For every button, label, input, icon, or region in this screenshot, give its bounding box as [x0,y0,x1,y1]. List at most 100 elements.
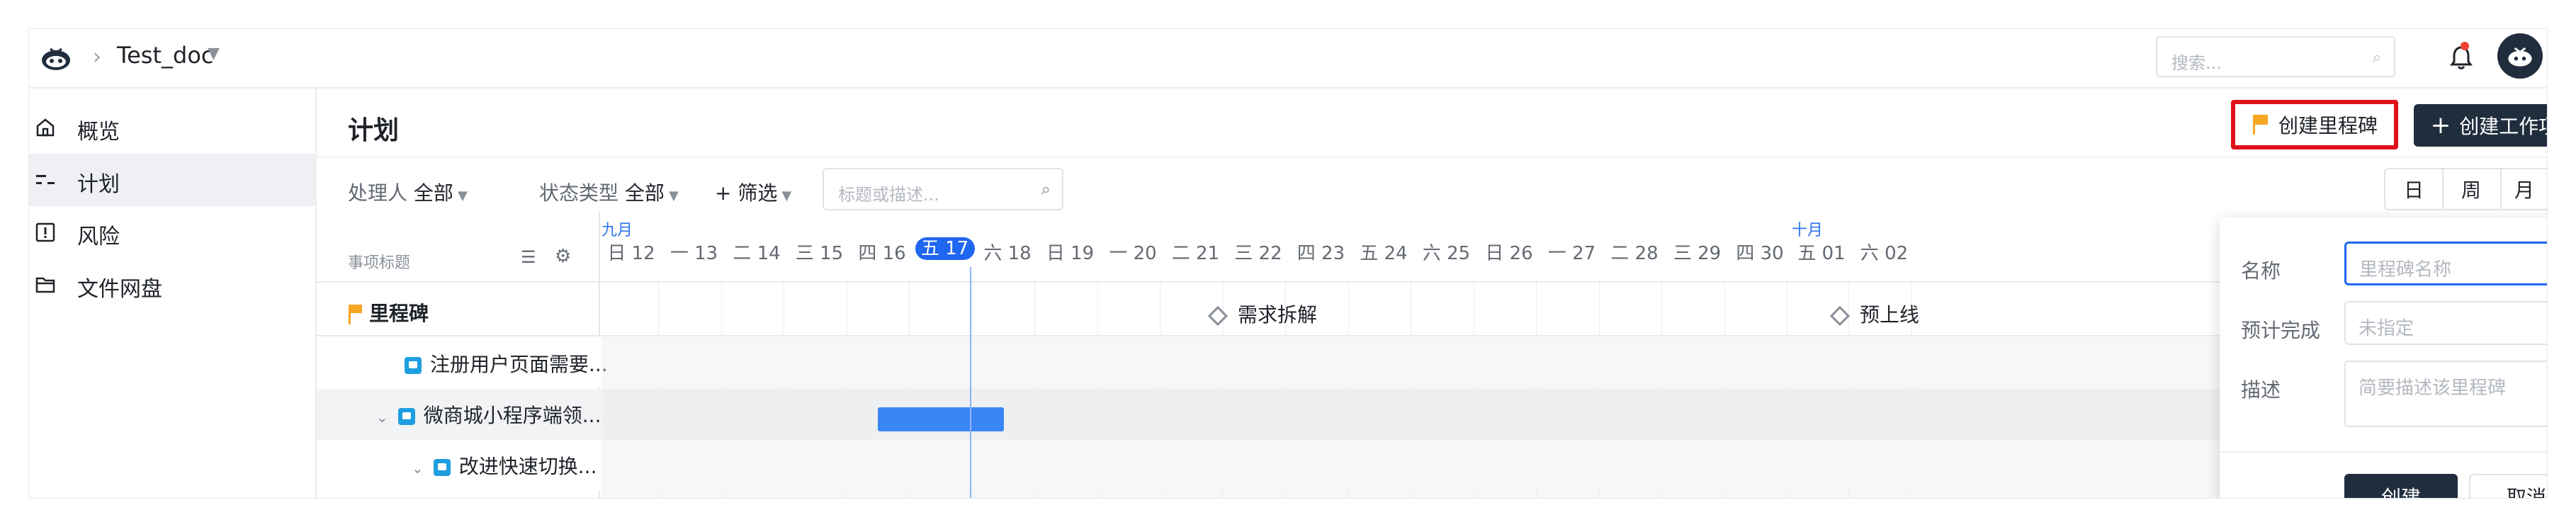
description-input[interactable]: 简要描述该里程碑 [2344,361,2547,427]
due-date-input[interactable]: 未指定 [2344,301,2547,345]
day-label: 日 12 [607,243,655,264]
caret-down-icon: ▼ [457,188,468,203]
day-label: 三 29 [1673,243,1722,264]
sidebar-item-overview[interactable]: 概览 [29,101,317,154]
assignee-filter[interactable]: 处理人 全部 ▼ [348,178,468,206]
task-title[interactable]: ⌄ 改进快速切换... [412,451,597,480]
create-workitem-label: 创建工作项 [2459,115,2547,138]
due-label: 预计完成 [2241,319,2321,342]
filter-search-placeholder: 标题或描述... [838,185,939,205]
day-label: 二 14 [733,243,781,264]
add-filter-button[interactable]: + 筛选 ▼ [715,178,791,206]
chevron-right-icon: › [93,45,101,69]
milestone-name: 需求拆解 [1238,303,1318,327]
desc-placeholder: 简要描述该里程碑 [2358,378,2507,399]
flag-icon [2252,115,2268,135]
plus-icon: + [2430,111,2451,140]
folder-icon [35,277,55,293]
caret-down-icon: ▼ [781,188,792,203]
day-label: 五 17 [915,237,975,260]
sidebar-item-label: 文件网盘 [77,277,162,302]
divider [317,157,2547,158]
sidebar-item-files[interactable]: 文件网盘 [29,259,317,311]
day-label: 一 13 [670,243,718,264]
doc-breadcrumb[interactable]: Test_doc [117,42,214,69]
milestone-item[interactable]: 需求拆解 [1207,300,1318,328]
expand-all-icon[interactable]: ☰ [521,247,536,267]
avatar[interactable] [2497,33,2543,79]
sidebar-item-label: 概览 [77,120,120,144]
day-label: 日 19 [1046,243,1095,264]
day-label: 三 22 [1234,243,1282,264]
day-label: 一 20 [1109,243,1157,264]
plan-icon [36,175,55,184]
home-icon [36,118,55,137]
gear-icon[interactable]: ⚙ [555,246,571,267]
day-label: 二 21 [1171,243,1220,264]
view-week-button[interactable]: 周 [2442,168,2502,210]
status-value: 全部 [624,181,665,205]
search-icon: ⌕ [1041,179,1051,199]
name-label: 名称 [2241,259,2281,283]
status-label: 状态类型 [539,181,619,205]
sidebar-item-plan[interactable]: 计划 [29,154,317,206]
task-title-text: 改进快速切换... [458,455,597,478]
divider [317,281,2547,283]
cancel-button[interactable]: 取消 [2469,474,2547,498]
column-header-title: 事项标题 [348,254,411,272]
day-label: 六 25 [1422,243,1471,264]
task-bar[interactable] [878,407,1004,431]
caret-down-icon: ▼ [668,188,679,203]
month-label-oct: 十月 [1792,222,1824,239]
milestone-item[interactable]: 预上线 [1829,300,1920,328]
day-label: 五 24 [1360,243,1408,264]
task-type-icon [397,408,415,425]
search-icon: ⌕ [2372,49,2381,67]
day-label: 六 18 [983,243,1032,264]
filter-search-input[interactable]: 标题或描述... ⌕ [823,168,1063,210]
day-label: 一 27 [1547,243,1596,264]
milestone-name: 预上线 [1860,303,1920,327]
task-title[interactable]: 注册用户页面需要... [405,349,608,378]
status-filter[interactable]: 状态类型 全部 ▼ [539,178,679,206]
create-milestone-popup: 名称 里程碑名称 预计完成 未指定 描述 简要描述该里程碑 创建 取消 [2220,217,2547,499]
task-title-text: 注册用户页面需要... [430,353,608,376]
chevron-down-icon[interactable]: ⌄ [412,460,424,477]
day-label: 五 01 [1797,243,1846,264]
milestone-row-label: 里程碑 [348,298,429,327]
day-label: 四 16 [858,243,906,264]
diamond-icon [1207,305,1228,327]
chevron-down-icon[interactable]: ⌄ [376,409,388,426]
view-day-button[interactable]: 日 [2384,168,2444,210]
create-milestone-button[interactable]: 创建里程碑 [2231,100,2398,149]
notification-dot [2461,42,2469,50]
view-month-button[interactable]: 月 [2500,168,2547,210]
day-label: 六 02 [1860,243,1909,264]
caret-down-icon[interactable]: ▼ [208,45,220,62]
create-button-label: 创建 [2380,486,2421,499]
flag-icon [349,305,362,324]
search-placeholder: 搜索... [2171,53,2222,73]
task-type-icon [405,357,422,374]
page-title: 计划 [348,116,400,145]
milestone-label-text: 里程碑 [369,302,429,325]
plus-icon: + [715,181,732,205]
create-milestone-label: 创建里程碑 [2278,114,2378,137]
desc-label: 描述 [2241,378,2281,402]
milestone-name-input[interactable]: 里程碑名称 [2344,242,2547,285]
global-search-input[interactable]: 搜索... ⌕ [2156,36,2395,77]
name-placeholder: 里程碑名称 [2359,259,2452,280]
main-panel: 计划 创建里程碑 + 创建工作项 处理人 全部▼ 状态类型 全部▼ + 筛选▼ … [317,89,2547,499]
sidebar-item-risk[interactable]: 风险 [29,206,317,259]
day-label: 四 30 [1736,243,1784,264]
logo-icon[interactable] [35,36,77,79]
today-line [970,267,971,498]
divider [2220,451,2547,453]
day-label: 二 28 [1610,243,1659,264]
add-filter-label: 筛选 [738,181,778,205]
task-title[interactable]: ⌄ 微商城小程序端领... [376,400,601,429]
day-label: 三 15 [795,243,844,264]
create-button[interactable]: 创建 [2344,474,2458,499]
create-workitem-button[interactable]: + 创建工作项 [2414,104,2547,147]
sidebar-item-label: 风险 [77,225,120,249]
